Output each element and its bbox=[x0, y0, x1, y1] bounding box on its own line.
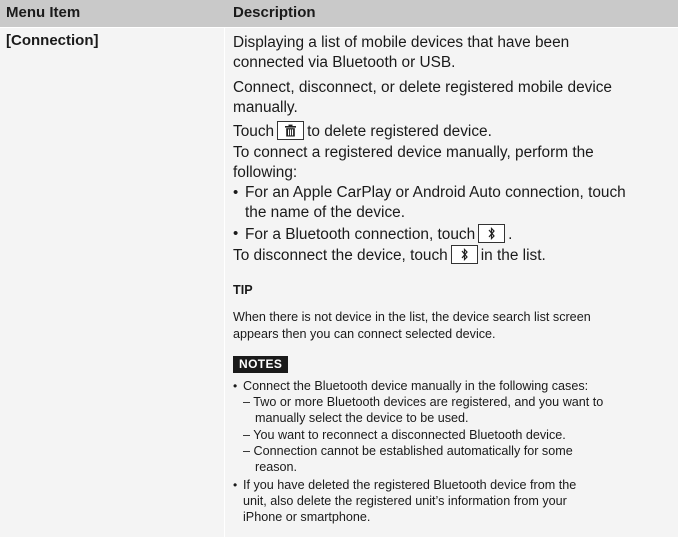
desc-text: . bbox=[508, 226, 513, 243]
header-menu-item: Menu Item bbox=[6, 4, 81, 21]
table-header: Menu Item Description bbox=[0, 0, 678, 27]
desc-text: For a Bluetooth connection, touch bbox=[245, 226, 476, 243]
bullet-line: the name of the device. bbox=[245, 204, 405, 221]
bluetooth-icon[interactable] bbox=[450, 245, 478, 264]
desc-line: connected via Bluetooth or USB. bbox=[233, 54, 456, 71]
tip-line: appears then you can connect selected de… bbox=[233, 327, 496, 341]
bullet-line: For an Apple CarPlay or Android Auto con… bbox=[245, 184, 626, 201]
note-line: – Connection cannot be established autom… bbox=[243, 444, 573, 458]
note-line: If you have deleted the registered Bluet… bbox=[243, 478, 577, 492]
note-line: iPhone or smartphone. bbox=[243, 510, 371, 524]
note-line: manually select the device to be used. bbox=[255, 411, 469, 425]
desc-text: Touch bbox=[233, 123, 275, 140]
desc-text: in the list. bbox=[480, 247, 546, 264]
note-line: reason. bbox=[255, 460, 298, 474]
desc-line: manually. bbox=[233, 99, 298, 116]
bullet: • bbox=[233, 225, 239, 242]
notes-badge: NOTES bbox=[233, 356, 289, 373]
desc-line: Displaying a list of mobile devices that… bbox=[233, 34, 570, 51]
table-row: [Connection] bbox=[0, 28, 678, 537]
note-line: unit, also delete the registered unit’s … bbox=[243, 494, 567, 508]
bullet: • bbox=[233, 184, 239, 201]
note-line: – You want to reconnect a disconnected B… bbox=[243, 428, 566, 442]
note-line: – Two or more Bluetooth devices are regi… bbox=[243, 395, 604, 409]
desc-text: To disconnect the device, touch bbox=[233, 247, 448, 264]
note-line: Connect the Bluetooth device manually in… bbox=[243, 379, 589, 393]
menu-item-cell: [Connection] bbox=[6, 32, 99, 49]
desc-line-delete: Touch to delete registered device. bbox=[233, 121, 492, 142]
bullet: • bbox=[233, 478, 238, 492]
column-divider bbox=[224, 27, 225, 537]
trash-icon[interactable] bbox=[277, 121, 305, 140]
tip-line: When there is not device in the list, th… bbox=[233, 310, 591, 324]
bullet-line-bluetooth: For a Bluetooth connection, touch. bbox=[245, 224, 512, 245]
bullet: • bbox=[233, 379, 238, 393]
desc-line: To connect a registered device manually,… bbox=[233, 144, 594, 161]
tip-title: TIP bbox=[233, 283, 253, 297]
desc-line: following: bbox=[233, 164, 298, 181]
desc-line-disconnect: To disconnect the device, touch in the li… bbox=[233, 245, 546, 266]
header-description: Description bbox=[233, 4, 316, 21]
bluetooth-icon[interactable] bbox=[478, 224, 506, 243]
desc-text: to delete registered device. bbox=[307, 123, 492, 140]
desc-line: Connect, disconnect, or delete registere… bbox=[233, 79, 612, 96]
